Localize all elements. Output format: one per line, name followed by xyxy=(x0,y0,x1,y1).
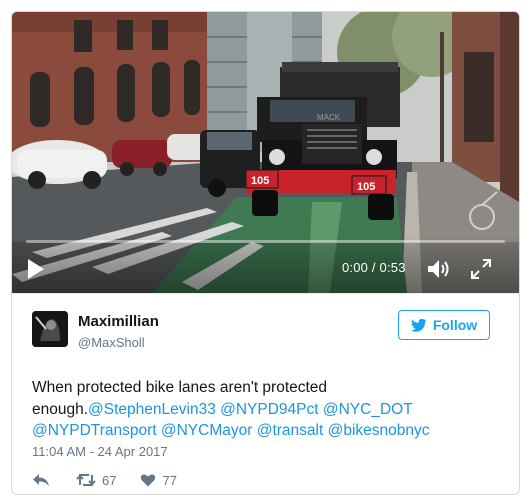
video-progress-bar[interactable] xyxy=(26,240,505,243)
retweet-icon xyxy=(76,473,96,487)
tweet-text: When protected bike lanes aren't protect… xyxy=(32,377,502,442)
avatar-image xyxy=(32,311,68,347)
author-name[interactable]: Maximillian xyxy=(78,313,159,330)
retweet-button[interactable]: 67 xyxy=(76,473,116,488)
volume-button[interactable] xyxy=(426,257,452,281)
mention-link[interactable]: @NYCMayor xyxy=(161,422,253,439)
embedded-tweet-card: 105 105 MACK 0:00 / 0:53 Maximillian @Ma… xyxy=(11,11,520,495)
mention-link[interactable]: @NYC_DOT xyxy=(323,401,413,418)
mention-link[interactable]: @NYPDTransport xyxy=(32,422,157,439)
play-button[interactable] xyxy=(26,258,46,280)
avatar[interactable] xyxy=(32,311,68,347)
heart-icon xyxy=(141,474,156,487)
follow-label: Follow xyxy=(432,317,478,333)
author-handle[interactable]: @MaxSholl xyxy=(78,335,145,350)
follow-button[interactable]: Follow xyxy=(398,310,490,340)
mention-link[interactable]: @NYPD94Pct xyxy=(220,401,318,418)
tweet-timestamp[interactable]: 11:04 AM - 24 Apr 2017 xyxy=(32,444,168,459)
play-icon xyxy=(28,259,44,279)
twitter-bird-icon xyxy=(410,318,427,332)
volume-icon xyxy=(428,260,449,278)
video-time-display: 0:00 / 0:53 xyxy=(342,260,406,275)
truck-brand-label: MACK xyxy=(317,113,341,122)
fullscreen-button[interactable] xyxy=(469,257,493,281)
truck-number-left: 105 xyxy=(251,175,269,187)
fullscreen-icon xyxy=(471,259,491,279)
reply-icon xyxy=(33,474,49,486)
like-count: 77 xyxy=(162,472,177,488)
tweet-body: Maximillian @MaxSholl Follow When protec… xyxy=(12,293,519,494)
like-button[interactable]: 77 xyxy=(140,472,177,488)
mention-link[interactable]: @StephenLevin33 xyxy=(88,401,216,418)
retweet-count: 67 xyxy=(102,472,117,488)
reply-button[interactable] xyxy=(32,473,50,487)
mention-link[interactable]: @bikesnobnyc xyxy=(328,422,430,439)
mention-link[interactable]: @transalt xyxy=(257,422,324,439)
video-player[interactable]: 105 105 MACK 0:00 / 0:53 xyxy=(12,12,519,293)
tweet-actions: 67 77 xyxy=(32,470,177,490)
truck-number-right: 105 xyxy=(357,181,375,193)
